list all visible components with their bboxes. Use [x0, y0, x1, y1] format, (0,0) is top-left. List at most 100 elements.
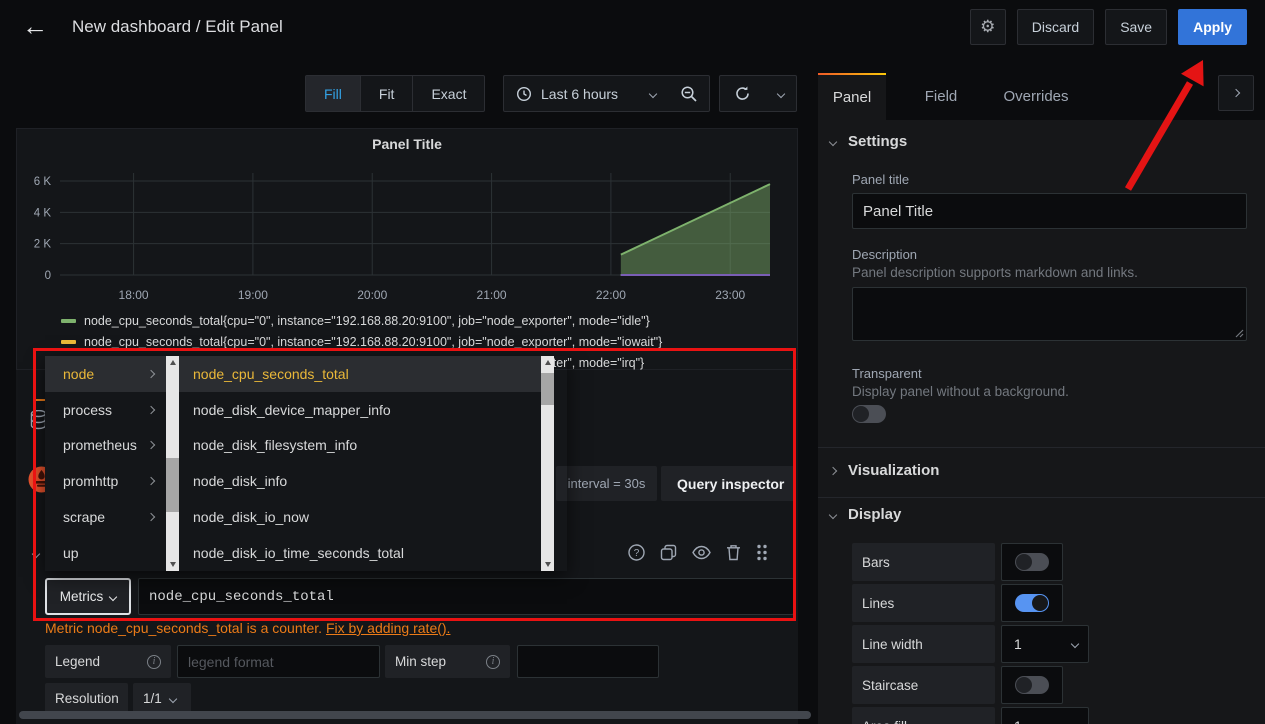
chevron-down-icon: [829, 510, 837, 518]
display-row-label-lines: Lines: [852, 584, 995, 622]
chevron-right-icon: [147, 513, 155, 521]
line-width-select[interactable]: 1: [1001, 625, 1089, 663]
display-section-header[interactable]: Display: [830, 506, 901, 523]
visualization-section-header[interactable]: Visualization: [830, 462, 939, 479]
svg-text:?: ?: [634, 548, 640, 559]
legend-label[interactable]: node_cpu_seconds_total{cpu="0", instance…: [84, 335, 662, 349]
tab-field[interactable]: Field: [906, 73, 976, 120]
query-row-actions: ?: [628, 544, 768, 561]
help-icon[interactable]: ?: [628, 544, 645, 561]
metric-option-node_disk_device_mapper_info[interactable]: node_disk_device_mapper_info: [179, 392, 541, 428]
min-step-input[interactable]: [517, 645, 659, 678]
metric-option-node_disk_io_now[interactable]: node_disk_io_now: [179, 499, 541, 535]
y-tick-label: 0: [45, 270, 51, 282]
fix-by-adding-rate-link[interactable]: Fix by adding rate().: [326, 620, 451, 636]
metric-group-scrape[interactable]: scrape: [45, 499, 166, 535]
metric-group-promhttp[interactable]: promhttp: [45, 463, 166, 499]
time-range-label: Last 6 hours: [541, 86, 618, 102]
area-fill-select[interactable]: 1: [1001, 707, 1089, 724]
series-area-fill: [621, 184, 770, 275]
lines-toggle[interactable]: [1015, 594, 1049, 612]
metric-typeahead-dropdown: nodeprocessprometheuspromhttpscrapeup no…: [45, 356, 567, 571]
y-tick-label: 6 K: [34, 176, 52, 188]
back-arrow-icon[interactable]: ←: [22, 11, 48, 42]
legend-item[interactable]: node_cpu_seconds_total{cpu="0", instance…: [61, 314, 650, 328]
transparent-field-label: Transparent: [852, 366, 922, 381]
discard-button[interactable]: Discard: [1017, 9, 1094, 45]
display-row-label-area-fill: Area fill: [852, 707, 995, 724]
collapse-sidebar-button[interactable]: [1218, 75, 1254, 111]
legend-label[interactable]: node_cpu_seconds_total{cpu="0", instance…: [84, 314, 650, 328]
counter-warning: Metric node_cpu_seconds_total is a count…: [45, 620, 450, 636]
metric-group-process[interactable]: process: [45, 392, 166, 428]
duplicate-icon[interactable]: [660, 544, 677, 561]
scroll-down-arrow[interactable]: [541, 558, 554, 571]
options-sidebar: Panel Field Overrides Settings Panel tit…: [818, 60, 1265, 724]
eye-icon[interactable]: [692, 545, 711, 560]
horizontal-scrollbar[interactable]: [19, 711, 811, 719]
lines-toggle-box: [1001, 584, 1063, 622]
metric-group-prometheus[interactable]: prometheus: [45, 428, 166, 464]
min-step-label: Min stepi: [385, 645, 510, 678]
transparent-help-text: Display panel without a background.: [852, 384, 1069, 399]
trash-icon[interactable]: [726, 544, 741, 561]
metric-list-scrollbar[interactable]: [541, 356, 554, 571]
display-row-label-bars: Bars: [852, 543, 995, 581]
chevron-down-icon: [829, 137, 837, 145]
zoom-out-button[interactable]: [668, 75, 710, 112]
group-list-scrollbar[interactable]: [166, 356, 179, 571]
tab-overrides[interactable]: Overrides: [986, 73, 1086, 120]
panel-settings-gear-button[interactable]: ⚙: [970, 9, 1006, 45]
x-tick-label: 23:00: [715, 288, 745, 302]
time-range-picker[interactable]: Last 6 hours: [503, 75, 669, 112]
query-inspector-button[interactable]: Query inspector: [661, 466, 795, 501]
display-row-label-line-width: Line width: [852, 625, 995, 663]
scroll-up-arrow[interactable]: [541, 356, 554, 369]
x-tick-label: 21:00: [477, 288, 507, 302]
legend-format-input[interactable]: [177, 645, 380, 678]
metric-option-node_disk_filesystem_info[interactable]: node_disk_filesystem_info: [179, 428, 541, 464]
x-tick-label: 19:00: [238, 288, 268, 302]
x-tick-label: 18:00: [119, 288, 149, 302]
bars-toggle[interactable]: [1015, 553, 1049, 571]
scroll-up-arrow[interactable]: [166, 356, 179, 369]
metric-group-node[interactable]: node: [45, 356, 166, 392]
metric-option-node_disk_io_time_seconds_total[interactable]: node_disk_io_time_seconds_total: [179, 535, 541, 571]
drag-handle-icon[interactable]: [756, 544, 768, 561]
apply-button[interactable]: Apply: [1178, 9, 1247, 45]
description-textarea[interactable]: [852, 287, 1247, 341]
transparent-toggle[interactable]: [852, 405, 886, 423]
zoom-out-icon: [680, 85, 698, 103]
scroll-down-arrow[interactable]: [166, 558, 179, 571]
staircase-toggle[interactable]: [1015, 676, 1049, 694]
legend-swatch[interactable]: [61, 319, 76, 323]
chevron-right-icon: [829, 466, 837, 474]
legend-swatch[interactable]: [61, 340, 76, 344]
resize-handle-icon[interactable]: [1235, 329, 1244, 338]
size-mode-fit[interactable]: Fit: [361, 76, 414, 111]
top-nav-bar: ← New dashboard / Edit Panel ⚙ Discard S…: [0, 0, 1265, 54]
size-mode-fill[interactable]: Fill: [306, 76, 361, 111]
legend-item[interactable]: node_cpu_seconds_total{cpu="0", instance…: [61, 335, 662, 349]
metrics-dropdown-button[interactable]: Metrics: [45, 578, 131, 615]
refresh-button[interactable]: [719, 75, 766, 112]
metric-group-up[interactable]: up: [45, 535, 166, 571]
x-tick-label: 22:00: [596, 288, 626, 302]
time-series-chart[interactable]: 02 K4 K6 K18:0019:0020:0021:0022:0023:00: [25, 163, 791, 313]
refresh-interval-dropdown[interactable]: [765, 75, 797, 112]
metric-option-node_disk_info[interactable]: node_disk_info: [179, 463, 541, 499]
x-tick-label: 20:00: [357, 288, 387, 302]
chevron-down-icon: [109, 592, 117, 600]
breadcrumb: New dashboard / Edit Panel: [72, 0, 283, 54]
resolution-select[interactable]: 1/1: [133, 683, 191, 714]
tab-panel[interactable]: Panel: [818, 73, 886, 120]
save-button[interactable]: Save: [1105, 9, 1167, 45]
size-mode-exact[interactable]: Exact: [413, 76, 484, 111]
collapse-query-chevron-icon[interactable]: [32, 550, 40, 558]
metric-option-node_cpu_seconds_total[interactable]: node_cpu_seconds_total: [179, 356, 541, 392]
settings-section-header[interactable]: Settings: [830, 133, 907, 150]
promql-query-input[interactable]: [138, 578, 794, 615]
interval-indicator: interval = 30s: [556, 466, 657, 501]
panel-title-input[interactable]: [852, 193, 1247, 229]
grafana-edit-panel-screen: ← New dashboard / Edit Panel ⚙ Discard S…: [0, 0, 1265, 724]
